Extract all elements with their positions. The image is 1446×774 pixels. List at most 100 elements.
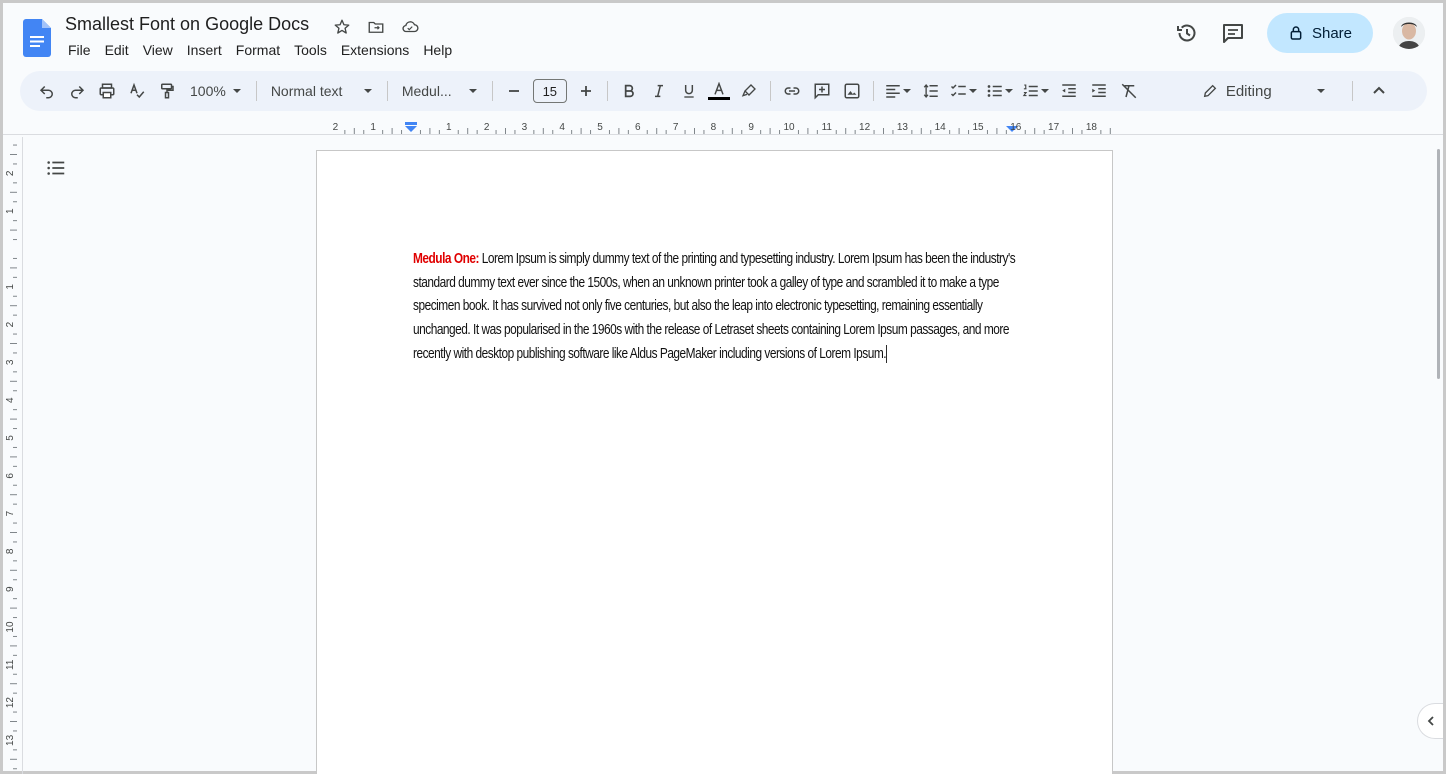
spellcheck-icon[interactable] — [123, 77, 151, 105]
share-button[interactable]: Share — [1267, 13, 1373, 53]
line-spacing-icon[interactable] — [917, 77, 945, 105]
app-header: Smallest Font on Google Docs File Edit V… — [3, 3, 1443, 69]
ruler-label: 1 — [5, 208, 16, 214]
underline-icon[interactable] — [675, 77, 703, 105]
vertical-scrollbar[interactable] — [1437, 149, 1440, 379]
menu-format[interactable]: Format — [229, 40, 287, 60]
ruler-label: 4 — [559, 122, 565, 133]
history-icon[interactable] — [1167, 13, 1207, 53]
toolbar-divider — [769, 81, 771, 101]
editing-mode-label: Editing — [1225, 82, 1272, 100]
comments-icon[interactable] — [1213, 13, 1253, 53]
cloud-status-icon[interactable] — [399, 16, 421, 38]
link-icon[interactable] — [778, 77, 806, 105]
ruler-label: 13 — [5, 734, 16, 746]
ruler-label: 10 — [5, 621, 16, 633]
add-comment-icon[interactable] — [808, 77, 836, 105]
ruler-label: 6 — [5, 473, 16, 479]
decrease-indent-icon[interactable] — [1055, 77, 1083, 105]
horizontal-ruler[interactable]: 2 1 1 2 3 4 5 6 7 8 9 10 11 12 13 14 15 16 17 18 — [315, 119, 1115, 135]
header-actions: Share — [1161, 13, 1443, 53]
toolbar: 100% Normal text Medul... 15 Editing — [20, 71, 1427, 111]
text-color-icon[interactable] — [705, 77, 733, 105]
checklist-icon[interactable] — [947, 77, 981, 105]
ruler-label: 12 — [5, 697, 16, 709]
document-page[interactable]: Medula One: Lorem Ipsum is simply dummy … — [316, 150, 1113, 774]
menu-edit[interactable]: Edit — [98, 40, 136, 60]
zoom-dropdown[interactable]: 100% — [182, 83, 250, 99]
editing-mode-dropdown[interactable]: Editing — [1194, 83, 1334, 100]
ruler-label: 5 — [5, 435, 16, 441]
menu-help[interactable]: Help — [416, 40, 459, 60]
menu-tools[interactable]: Tools — [287, 40, 334, 60]
print-icon[interactable] — [93, 77, 121, 105]
bullet-list-icon[interactable] — [983, 77, 1017, 105]
ruler-label: 2 — [484, 122, 490, 133]
menu-extensions[interactable]: Extensions — [334, 40, 416, 60]
ruler-label: 9 — [748, 122, 754, 133]
ruler-label: 10 — [783, 122, 795, 133]
highlight-icon[interactable] — [735, 77, 763, 105]
toolbar-divider — [491, 81, 493, 101]
pencil-icon — [1203, 84, 1217, 98]
menu-file[interactable]: File — [61, 40, 98, 60]
decrease-font-size-icon[interactable] — [500, 77, 528, 105]
left-indent-marker[interactable] — [405, 122, 417, 132]
menu-bar: File Edit View Insert Format Tools Exten… — [61, 40, 459, 60]
docs-logo-icon[interactable] — [23, 19, 51, 57]
numbered-list-icon[interactable] — [1019, 77, 1053, 105]
side-panel-toggle[interactable] — [1417, 703, 1443, 739]
vertical-ruler[interactable]: 2112345678910111213 — [3, 137, 23, 774]
increase-indent-icon[interactable] — [1085, 77, 1113, 105]
chevron-down-icon — [1004, 89, 1013, 93]
clear-formatting-icon[interactable] — [1115, 77, 1143, 105]
ruler-label: 14 — [935, 122, 947, 133]
ruler-label: 2 — [5, 170, 16, 176]
ruler-label: 12 — [859, 122, 871, 133]
chevron-down-icon — [468, 89, 477, 93]
font-dropdown[interactable]: Medul... — [394, 83, 486, 99]
ruler-label: 1 — [370, 122, 376, 133]
star-icon[interactable] — [331, 16, 353, 38]
menu-insert[interactable]: Insert — [180, 40, 229, 60]
toolbar-divider — [606, 81, 608, 101]
lock-icon — [1290, 26, 1302, 40]
ruler-label: 6 — [635, 122, 641, 133]
ruler-label: 7 — [673, 122, 679, 133]
menu-view[interactable]: View — [136, 40, 180, 60]
redo-icon[interactable] — [63, 77, 91, 105]
ruler-label: 18 — [1086, 122, 1098, 133]
chevron-down-icon — [1040, 89, 1049, 93]
undo-icon[interactable] — [33, 77, 61, 105]
ruler-label: 3 — [522, 122, 528, 133]
insert-image-icon[interactable] — [838, 77, 866, 105]
chevron-down-icon — [968, 89, 977, 93]
align-icon[interactable] — [881, 77, 915, 105]
ruler-label: 16 — [1010, 122, 1022, 133]
toolbar-divider — [255, 81, 257, 101]
avatar[interactable] — [1393, 17, 1425, 49]
style-dropdown[interactable]: Normal text — [263, 83, 381, 99]
paint-format-icon[interactable] — [153, 77, 181, 105]
document-title[interactable]: Smallest Font on Google Docs — [65, 14, 309, 35]
ruler-label: 11 — [5, 659, 16, 670]
share-label: Share — [1311, 24, 1353, 42]
font-size-input[interactable]: 15 — [532, 79, 567, 103]
font-name-label: Medula One: — [413, 251, 479, 267]
document-body[interactable]: Medula One: Lorem Ipsum is simply dummy … — [413, 248, 1020, 367]
collapse-icon[interactable] — [1365, 77, 1393, 105]
italic-icon[interactable] — [645, 77, 673, 105]
ruler-label: 2 — [5, 321, 16, 327]
ruler-label: 2 — [333, 122, 339, 133]
chevron-left-icon — [1427, 716, 1434, 726]
increase-font-size-icon[interactable] — [572, 77, 600, 105]
chevron-down-icon — [232, 89, 241, 93]
toolbar-divider — [386, 81, 388, 101]
ruler-label: 4 — [5, 397, 16, 403]
chevron-down-icon — [902, 89, 911, 93]
move-folder-icon[interactable] — [365, 16, 387, 38]
bold-icon[interactable] — [615, 77, 643, 105]
ruler-label: 1 — [5, 284, 16, 290]
zoom-value: 100% — [190, 83, 226, 99]
outline-icon[interactable] — [45, 157, 67, 179]
